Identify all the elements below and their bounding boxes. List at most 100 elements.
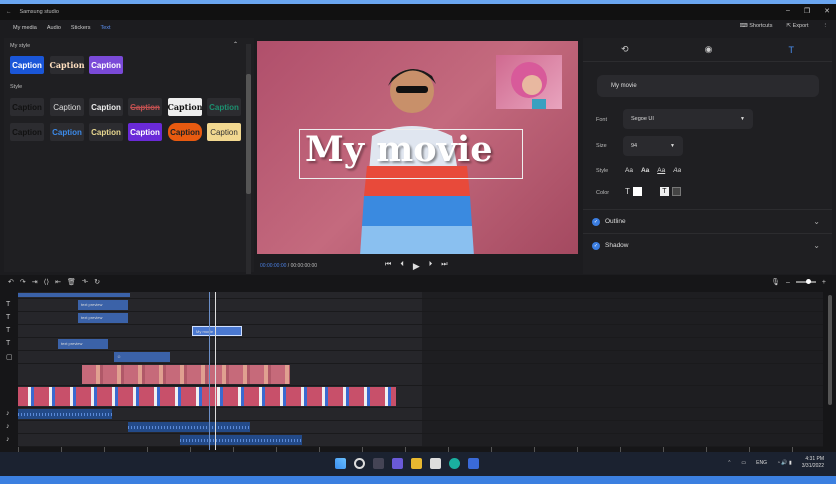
export-button[interactable]: ⇱ Export: [786, 23, 808, 29]
caption-style[interactable]: Caption: [128, 123, 162, 141]
play-icon[interactable]: ▶: [413, 261, 420, 272]
previous-frame-icon[interactable]: ⏴: [400, 261, 404, 272]
minimize-icon[interactable]: –: [786, 7, 790, 15]
samsung-studio-icon[interactable]: [468, 458, 479, 469]
close-icon[interactable]: ✕: [824, 7, 830, 15]
microphone-icon[interactable]: 🎙: [771, 278, 780, 286]
trim-end-icon[interactable]: ⇤: [55, 278, 61, 286]
search-icon[interactable]: [354, 458, 365, 469]
caption-style[interactable]: Caption: [167, 98, 203, 116]
shortcuts-button[interactable]: ⌨ Shortcuts: [740, 23, 773, 29]
caption-style[interactable]: Caption: [50, 98, 84, 116]
size-value: 94: [631, 143, 638, 149]
edge-icon[interactable]: [449, 458, 460, 469]
size-dropdown[interactable]: 94 ▼: [623, 136, 683, 156]
check-icon[interactable]: ✓: [592, 241, 600, 250]
maximize-icon[interactable]: ❐: [804, 7, 810, 15]
text-clip-selected[interactable]: My movie: [192, 326, 242, 336]
delete-icon[interactable]: 🗑: [67, 278, 76, 286]
more-icon[interactable]: ⋮: [823, 23, 829, 29]
rotate-icon[interactable]: ↻: [94, 278, 100, 286]
video-clip[interactable]: [18, 387, 396, 406]
zoom-in-icon[interactable]: +: [822, 279, 826, 286]
caption-style[interactable]: Caption: [50, 123, 84, 141]
trim-start-icon[interactable]: ⇥: [32, 278, 38, 286]
outline-section[interactable]: ✓ Outline ⌄: [583, 209, 832, 233]
style-bold[interactable]: Aa: [641, 167, 649, 174]
effects-tab-icon[interactable]: ◉: [705, 44, 713, 55]
caption-style[interactable]: Caption: [207, 123, 241, 141]
hover-line: [209, 292, 210, 450]
video-clip[interactable]: [82, 365, 290, 384]
collapse-icon[interactable]: ⌃: [233, 41, 238, 48]
time: 4:31 PM: [805, 456, 824, 462]
background-color-swatch[interactable]: [671, 187, 681, 196]
caption-style[interactable]: Caption: [10, 123, 44, 141]
zoom-out-icon[interactable]: –: [786, 279, 790, 286]
flip-icon[interactable]: ⟛: [82, 278, 88, 286]
clip[interactable]: [18, 293, 130, 297]
transform-tab-icon[interactable]: ⟲: [621, 44, 629, 55]
overlay-image[interactable]: [496, 55, 562, 109]
style-italic[interactable]: Aa: [673, 167, 681, 174]
file-explorer-icon[interactable]: [411, 458, 422, 469]
caption-style[interactable]: Caption: [89, 123, 123, 141]
display-icon[interactable]: ▭: [741, 460, 746, 466]
style-underline[interactable]: Aa: [657, 167, 665, 174]
text-track-icon: T: [6, 327, 11, 334]
tab-text[interactable]: Text: [100, 25, 110, 31]
skip-start-icon[interactable]: ⏮: [385, 261, 391, 272]
check-icon[interactable]: ✓: [592, 217, 600, 226]
redo-icon[interactable]: ↷: [20, 278, 26, 286]
chevron-down-icon[interactable]: ⌄: [813, 241, 820, 250]
caption-style[interactable]: Caption: [89, 56, 123, 74]
font-dropdown[interactable]: Segoe UI ▼: [623, 109, 753, 129]
store-icon[interactable]: [430, 458, 441, 469]
undo-icon[interactable]: ↶: [8, 278, 14, 286]
shadow-section[interactable]: ✓ Shadow ⌄: [583, 233, 832, 257]
windows-start-icon[interactable]: [335, 458, 346, 469]
language-indicator[interactable]: ENG: [756, 460, 767, 466]
timeline-scrollbar[interactable]: [828, 295, 832, 405]
task-view-icon[interactable]: [373, 458, 384, 469]
caption-style[interactable]: Caption: [89, 98, 123, 116]
video-track: [18, 364, 823, 386]
caption-style[interactable]: Caption: [207, 98, 241, 116]
clock[interactable]: 4:31 PM 3/31/2022: [802, 456, 824, 470]
tab-my-media[interactable]: My media: [13, 25, 37, 31]
split-icon[interactable]: ⟨⟩: [44, 278, 49, 286]
caption-style[interactable]: Caption: [10, 56, 44, 74]
caption-style[interactable]: Caption: [128, 98, 162, 116]
skip-end-icon[interactable]: ⏭: [441, 261, 447, 272]
caption-style[interactable]: Caption: [168, 123, 202, 141]
chevron-down-icon[interactable]: ⌄: [813, 217, 820, 226]
video-preview[interactable]: My movie: [257, 41, 578, 254]
title-bar: ← Samsung studio – ❐ ✕: [0, 4, 836, 20]
text-clip[interactable]: text preview: [78, 313, 128, 323]
tab-audio[interactable]: Audio: [47, 25, 61, 31]
title-overlay-text[interactable]: My movie: [305, 129, 493, 170]
text-tab-icon[interactable]: T: [788, 45, 794, 55]
left-panel-scrollbar[interactable]: [246, 44, 251, 274]
audio-clip[interactable]: [128, 422, 250, 432]
audio-clip[interactable]: [180, 435, 302, 445]
chevron-up-icon[interactable]: ⌃: [727, 460, 731, 466]
audio-clip[interactable]: [18, 409, 112, 419]
music-icon: ♪: [6, 436, 10, 443]
style-regular[interactable]: Aa: [625, 167, 633, 174]
caption-style[interactable]: Caption: [49, 56, 85, 74]
sticker-clip[interactable]: ☺: [114, 352, 170, 362]
zoom-slider[interactable]: [795, 279, 816, 284]
text-clip[interactable]: text preview: [58, 339, 108, 349]
media-tabs: My media Audio Stickers Text: [0, 20, 111, 36]
chat-icon[interactable]: [392, 458, 403, 469]
text-clip[interactable]: text preview: [78, 300, 128, 310]
back-icon[interactable]: ←: [6, 9, 12, 15]
text-color-swatch[interactable]: [632, 187, 642, 196]
caption-style[interactable]: Caption: [10, 98, 44, 116]
network-volume-battery-icons[interactable]: ◔ 🔊 ▮: [777, 460, 792, 466]
next-frame-icon[interactable]: ⏵: [429, 261, 433, 272]
playhead[interactable]: [215, 292, 216, 450]
tab-stickers[interactable]: Stickers: [71, 25, 91, 31]
text-input[interactable]: My movie: [597, 75, 819, 97]
